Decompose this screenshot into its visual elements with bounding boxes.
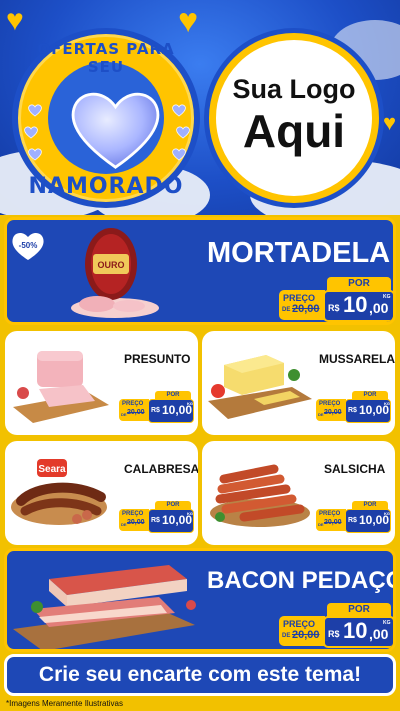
old-price-box: PREÇO DE 20,00 (279, 616, 325, 646)
old-price-box: PREÇO DE 20,00 (316, 509, 346, 531)
salsicha-image (210, 464, 310, 527)
unit-label: KG (383, 620, 391, 626)
unit-label: KG (383, 294, 391, 300)
old-price-box: PREÇO DE 20,00 (279, 290, 325, 320)
product-name: PRESUNTO (124, 352, 191, 366)
preco-label: PREÇO (122, 401, 144, 407)
preco-label: PREÇO (319, 401, 341, 407)
old-price: 20,00 (324, 409, 342, 416)
badge-subtitle: NAMORADO (28, 174, 184, 199)
price-int: 10 (343, 292, 368, 317)
presunto-image (13, 351, 109, 423)
currency: R$ (151, 407, 160, 414)
preco-label: PREÇO (122, 511, 144, 517)
product-name: CALABRESA (124, 462, 198, 476)
de-label: DE (121, 522, 127, 527)
discount-label: -50% (19, 241, 38, 250)
old-price-box: PREÇO DE 20,00 (119, 399, 149, 421)
currency: R$ (328, 303, 340, 313)
old-price: 20,00 (127, 409, 145, 416)
brand-label: OURO (98, 260, 125, 270)
product-card-salsicha: SALSICHA POR PREÇO DE 20,00 R$ 10,00 KG (202, 441, 395, 545)
old-price: 20,00 (324, 519, 342, 526)
heart-icon (172, 104, 186, 117)
currency: R$ (328, 629, 340, 639)
price-int: 10 (343, 618, 368, 643)
logo-text-line2: Aqui (242, 105, 346, 157)
new-price-box: R$ 10 ,00 KG (323, 616, 393, 648)
badge-title: OFERTAS PARA SEU (37, 40, 175, 76)
new-price-box: R$ 10,00 KG (345, 399, 391, 423)
unit-label: KG (384, 511, 390, 516)
discount-heart-icon: -50% (12, 232, 44, 260)
preco-label: PREÇO (283, 293, 316, 303)
product-name: MORTADELA (207, 237, 391, 269)
de-label: DE (121, 412, 127, 417)
product-card-mussarela: MUSSARELA POR PREÇO DE 20,00 R$ 10,00 KG (202, 331, 395, 435)
product-card-calabresa: Seara CALABRESA POR PREÇO DE 20,00 R$ 10… (5, 441, 198, 545)
disclaimer-text: *Imagens Meramente Ilustrativas (6, 699, 123, 708)
brand-label: Seara (38, 464, 66, 475)
product-card-presunto: PRESUNTO POR PREÇO DE 20,00 R$ 10,00 KG (5, 331, 198, 435)
product-name: BACON PEDAÇO (207, 567, 396, 594)
heart-icon (176, 126, 190, 139)
calabresa-image: Seara (11, 459, 107, 525)
featured-card-mortadela: OURO -50% MORTADELA POR PREÇO DE 20,00 R… (4, 217, 396, 325)
currency: R$ (348, 517, 357, 524)
mussarela-image (208, 355, 312, 419)
currency: R$ (348, 407, 357, 414)
old-price: 20,00 (292, 629, 320, 641)
unit-label: KG (187, 511, 193, 516)
unit-label: KG (384, 401, 390, 406)
product-name: MUSSARELA (319, 352, 395, 366)
new-price-box: R$ 10,00 KG (148, 509, 194, 533)
heart-icon (28, 148, 42, 161)
preco-label: PREÇO (319, 511, 341, 517)
new-price-box: R$ 10,00 KG (345, 509, 391, 533)
de-label: DE (282, 307, 291, 313)
featured-card-bacon: BACON PEDAÇO POR PREÇO DE 20,00 R$ 10 ,0… (4, 548, 396, 652)
new-price-box: R$ 10 ,00 KG (323, 290, 393, 322)
de-label: DE (318, 412, 324, 417)
product-name: SALSICHA (324, 462, 386, 476)
old-price: 20,00 (127, 519, 145, 526)
heart-icon (172, 148, 186, 161)
price-dec: ,00 (369, 300, 389, 316)
valentines-badge: OFERTAS PARA SEU NAMORADO (12, 28, 200, 208)
heart-icon (71, 92, 160, 169)
logo-placeholder: Sua Logo Aqui (209, 33, 379, 203)
old-price: 20,00 (292, 303, 320, 315)
heart-icon: ♥ (383, 110, 397, 135)
heart-icon: ♥ (6, 4, 24, 37)
currency: R$ (151, 517, 160, 524)
unit-label: KG (187, 401, 193, 406)
de-label: DE (318, 522, 324, 527)
price-dec: ,00 (369, 626, 389, 642)
de-label: DE (282, 633, 291, 639)
heart-icon (24, 126, 38, 139)
old-price-box: PREÇO DE 20,00 (316, 399, 346, 421)
bacon-image (13, 565, 196, 649)
por-label: POR (327, 603, 391, 617)
por-label: POR (327, 277, 391, 291)
logo-text-line1: Sua Logo (232, 74, 356, 104)
mortadela-image: OURO (71, 228, 159, 318)
old-price-box: PREÇO DE 20,00 (119, 509, 149, 531)
heart-icon: ♥ (178, 2, 199, 40)
heart-icon (28, 104, 42, 117)
header-banner: ♥ ♥ ♥ ♥ ♥ OFERTAS PARA SEU NAMORADO Sua … (0, 0, 400, 215)
cta-banner[interactable]: Crie seu encarte com este tema! (4, 654, 396, 696)
new-price-box: R$ 10,00 KG (148, 399, 194, 423)
preco-label: PREÇO (283, 619, 316, 629)
